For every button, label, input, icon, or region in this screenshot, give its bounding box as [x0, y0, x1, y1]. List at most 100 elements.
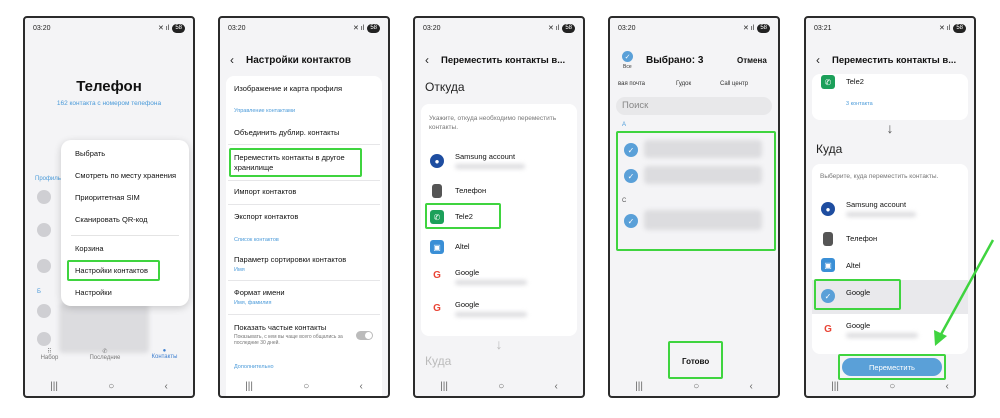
account-altel[interactable]: Altel: [846, 261, 861, 270]
back-arrow-icon[interactable]: ‹: [230, 53, 234, 67]
filter-chip[interactable]: вая почта: [618, 81, 645, 87]
settings-item-sort-value: Имя: [234, 267, 245, 273]
menu-divider: [71, 235, 179, 236]
sim-card-icon: ▣: [821, 258, 835, 272]
tab-label: Контакты: [151, 354, 178, 360]
blurred-text: [455, 164, 525, 169]
account-google-2[interactable]: Google: [846, 321, 870, 330]
avatar-icon: [37, 304, 51, 318]
tab-contacts[interactable]: ● Контакты: [151, 348, 177, 374]
tab-keypad[interactable]: ⠿ Набор: [41, 348, 59, 374]
signal-icon: ✕ ıl: [939, 25, 951, 32]
toggle-knob: [365, 332, 372, 339]
signal-icon: ✕ ıl: [158, 25, 170, 32]
status-bar: 03:20 ✕ ıl 58: [423, 22, 575, 34]
menu-item-select[interactable]: Выбрать: [75, 149, 105, 158]
home-nav-icon[interactable]: ○: [889, 381, 895, 392]
source-card: [812, 74, 968, 120]
page-title: Переместить контакты в...: [441, 55, 566, 66]
blurred-text: [455, 280, 527, 285]
back-nav-icon[interactable]: ‹: [555, 381, 558, 392]
highlight-box: [668, 341, 723, 379]
bottom-tabs: ⠿ Набор ✆ Последние ● Контакты: [25, 348, 193, 374]
battery-icon: 58: [757, 23, 770, 33]
back-arrow-icon[interactable]: ‹: [425, 53, 429, 67]
recents-nav-icon[interactable]: |||: [831, 381, 839, 392]
home-nav-icon[interactable]: ○: [303, 381, 309, 392]
frequent-toggle[interactable]: [356, 331, 373, 340]
section-label-list: Список контактов: [234, 237, 279, 243]
phone-screen-1: 03:20 ✕ ıl 58 Телефон 162 контакта с номер…: [23, 16, 195, 398]
recents-nav-icon[interactable]: |||: [440, 381, 448, 392]
settings-item-profile[interactable]: Изображение и карта профиля: [234, 84, 342, 93]
section-title-from: Откуда: [425, 80, 465, 94]
account-phone[interactable]: Телефон: [455, 186, 486, 195]
account-samsung[interactable]: Samsung account: [846, 200, 906, 209]
blurred-text: [846, 333, 918, 338]
back-nav-icon[interactable]: ‹: [165, 381, 168, 392]
back-arrow-icon[interactable]: ‹: [816, 53, 820, 67]
select-all-checkbox[interactable]: ✓: [622, 51, 633, 62]
status-time: 03:20: [423, 24, 441, 32]
samsung-account-icon: ●: [430, 154, 444, 168]
tab-recents[interactable]: ✆ Последние: [89, 348, 120, 374]
back-nav-icon[interactable]: ‹: [360, 381, 363, 392]
sim-card-icon: ▣: [430, 240, 444, 254]
select-all-label: Все: [623, 64, 632, 70]
avatar-icon: [37, 223, 51, 237]
avatar-icon: [37, 332, 51, 346]
status-time: 03:20: [33, 24, 51, 32]
account-altel[interactable]: Altel: [455, 242, 470, 251]
index-letter-a: А: [622, 122, 627, 128]
source-tele2: Tele2: [846, 77, 864, 86]
account-google-2[interactable]: Google: [455, 300, 479, 309]
divider: [228, 204, 380, 205]
page-title: Переместить контакты в...: [832, 55, 957, 66]
settings-item-import[interactable]: Импорт контактов: [234, 187, 296, 196]
index-letter-c: С: [622, 198, 627, 204]
home-nav-icon[interactable]: ○: [498, 381, 504, 392]
contact-checkbox[interactable]: ✓: [624, 214, 638, 228]
blurred-contacts: [59, 303, 149, 353]
tab-label: Последние: [89, 355, 121, 361]
phone-screen-3: 03:20 ✕ ıl 58 ‹ Переместить контакты в... …: [413, 16, 585, 398]
blurred-contact: [644, 210, 762, 230]
home-nav-icon[interactable]: ○: [693, 381, 699, 392]
page-subtitle: 162 контакта с номером телефона: [56, 100, 162, 107]
menu-item-trash[interactable]: Корзина: [75, 244, 104, 253]
google-icon: G: [824, 323, 832, 335]
battery-icon: 58: [562, 23, 575, 33]
status-bar: 03:20 ✕ ıl 58: [33, 22, 185, 34]
divider: [228, 144, 380, 145]
account-google-1[interactable]: Google: [455, 268, 479, 277]
recents-nav-icon[interactable]: |||: [635, 381, 643, 392]
phone-device-icon: [823, 232, 833, 246]
recents-nav-icon[interactable]: |||: [245, 381, 253, 392]
status-time: 03:20: [618, 24, 636, 32]
home-nav-icon[interactable]: ○: [108, 381, 114, 392]
menu-item-scan-qr[interactable]: Сканировать QR-код: [75, 215, 148, 224]
account-phone[interactable]: Телефон: [846, 234, 877, 243]
menu-item-priority-sim[interactable]: Приоритетная SIM: [75, 193, 140, 202]
contact-checkbox[interactable]: ✓: [624, 143, 638, 157]
google-icon: G: [433, 302, 441, 314]
system-nav-bar: ||| ○ ‹: [806, 376, 974, 396]
back-nav-icon[interactable]: ‹: [946, 381, 949, 392]
filter-chip[interactable]: Гудок: [676, 81, 691, 87]
system-nav-bar: ||| ○ ‹: [220, 376, 388, 396]
keypad-icon: ⠿: [47, 349, 52, 355]
back-nav-icon[interactable]: ‹: [750, 381, 753, 392]
settings-item-sort[interactable]: Параметр сортировки контактов: [234, 255, 346, 264]
contact-checkbox[interactable]: ✓: [624, 169, 638, 183]
settings-item-name-format[interactable]: Формат имени: [234, 288, 285, 297]
recents-nav-icon[interactable]: |||: [50, 381, 58, 392]
account-samsung[interactable]: Samsung account: [455, 152, 515, 161]
highlight-box: [67, 260, 160, 281]
filter-chip[interactable]: Call центр: [720, 81, 748, 87]
cancel-button[interactable]: Отмена: [737, 56, 767, 65]
menu-item-settings[interactable]: Настройки: [75, 288, 112, 297]
menu-item-view-by-storage[interactable]: Смотреть по месту хранения: [75, 171, 176, 180]
settings-item-merge[interactable]: Объединить дублир. контакты: [234, 128, 339, 137]
section-label-profile: Профиль: [35, 176, 61, 182]
settings-item-export[interactable]: Экспорт контактов: [234, 212, 298, 221]
